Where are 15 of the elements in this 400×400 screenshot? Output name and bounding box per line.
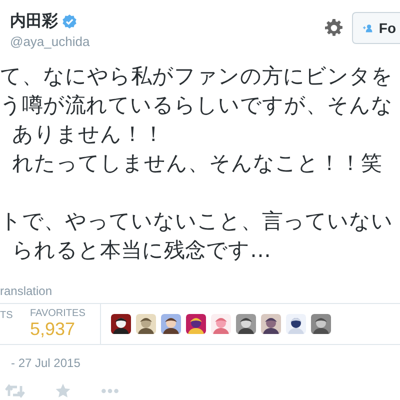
follow-button[interactable]: Fo: [352, 12, 400, 44]
tweet-text: トで、やっていないこと、言っていない: [0, 209, 393, 233]
star-icon[interactable]: [55, 383, 71, 399]
tweet-text: ありません！！: [12, 122, 164, 146]
user-name[interactable]: 内田彩: [10, 11, 58, 32]
stat-label: TS: [0, 310, 14, 321]
stat-count: 5,937: [30, 319, 76, 340]
tweet-text: う噂が流れているらしいですが、そんな: [0, 93, 393, 117]
user-handle: @aya_uchida: [10, 34, 91, 49]
tweet-text: て、なにやら私がファンの方にビンタを: [0, 64, 393, 88]
tweet-date: - 27 Jul 2015: [11, 356, 80, 370]
stat-label: FAVORITES: [30, 308, 86, 319]
tweet-text: られると本当に残念です…: [12, 238, 271, 262]
tweet-text: れたってしません、そんなこと！！笑: [12, 151, 382, 175]
settings-icon[interactable]: [325, 19, 343, 37]
